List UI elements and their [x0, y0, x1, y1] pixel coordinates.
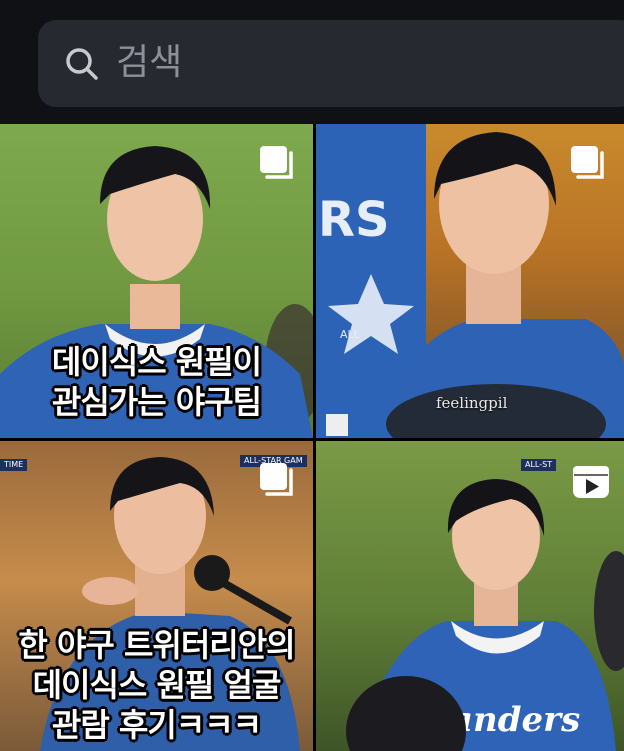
jersey-lettering: RS: [318, 192, 390, 248]
multiple-posts-icon: [260, 146, 293, 179]
post-caption: 데이식스 원필이 관심가는 야구팀: [51, 343, 262, 421]
post-caption: 한 야구 트위터리안의 데이식스 원필 얼굴 관람 후기ㅋㅋㅋ: [18, 626, 295, 744]
search-bar[interactable]: 검색: [38, 20, 624, 107]
grid-post-4[interactable]: anders ALL-ST: [316, 441, 624, 751]
scoreboard-overlay: TIME: [0, 459, 28, 471]
search-icon: [66, 48, 98, 80]
grid-post-1[interactable]: 데이식스 원필이 관심가는 야구팀: [0, 124, 313, 438]
jersey-lettering: ALL: [340, 328, 361, 341]
search-placeholder: 검색: [116, 42, 183, 83]
jersey-lettering: anders: [451, 700, 580, 740]
grid-post-2[interactable]: RS ALL feelingpil: [316, 124, 624, 438]
multiple-posts-icon: [571, 146, 604, 179]
video-play-icon: [573, 466, 609, 498]
watermark-text: feelingpil: [436, 394, 508, 412]
top-bar: 검색: [0, 0, 624, 124]
scoreboard-overlay: ALL-ST: [521, 459, 557, 471]
multiple-posts-icon: [260, 463, 293, 496]
grid-post-3[interactable]: TIME ALL-STAR GAM 한 야구 트위터리안의 데이식스 원필 얼굴…: [0, 441, 313, 751]
